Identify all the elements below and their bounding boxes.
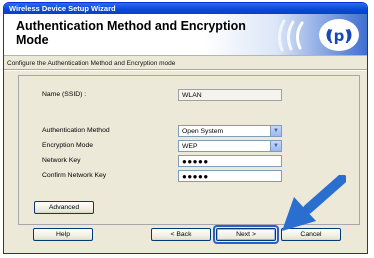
ssid-field: WLAN	[178, 89, 282, 101]
encryption-mode-select[interactable]: WEP ▼	[178, 140, 282, 152]
auth-method-label: Authentication Method	[42, 127, 110, 134]
chevron-down-icon[interactable]: ▼	[270, 141, 281, 151]
advanced-button[interactable]: Advanced	[34, 201, 94, 214]
svg-text:(p): (p)	[327, 27, 351, 45]
network-key-label: Network Key	[42, 157, 81, 164]
confirm-key-label: Confirm Network Key	[42, 172, 107, 179]
confirm-key-input[interactable]: ●●●●●	[178, 170, 282, 182]
help-button[interactable]: Help	[33, 228, 93, 241]
page-title: Authentication Method and Encryption Mod…	[16, 19, 246, 47]
chevron-down-icon[interactable]: ▼	[270, 126, 281, 136]
window-title: Wireless Device Setup Wizard	[4, 3, 367, 14]
ssid-label: Name (SSID) :	[42, 91, 87, 98]
auth-method-value: Open System	[182, 128, 224, 135]
encryption-mode-value: WEP	[182, 143, 198, 150]
wizard-window: Wireless Device Setup Wizard Authenticat…	[3, 2, 368, 254]
back-button[interactable]: < Back	[151, 228, 211, 241]
network-key-input[interactable]: ●●●●●	[178, 155, 282, 167]
auth-method-select[interactable]: Open System ▼	[178, 125, 282, 137]
encryption-mode-label: Encryption Mode	[42, 142, 94, 149]
divider	[4, 69, 367, 71]
pointer-arrow-icon	[282, 175, 346, 231]
next-button[interactable]: Next >	[216, 228, 276, 241]
instruction-text: Configure the Authentication Method and …	[7, 60, 176, 67]
wizard-header: Authentication Method and Encryption Mod…	[4, 14, 367, 56]
wireless-logo-icon: (p)	[277, 19, 359, 52]
